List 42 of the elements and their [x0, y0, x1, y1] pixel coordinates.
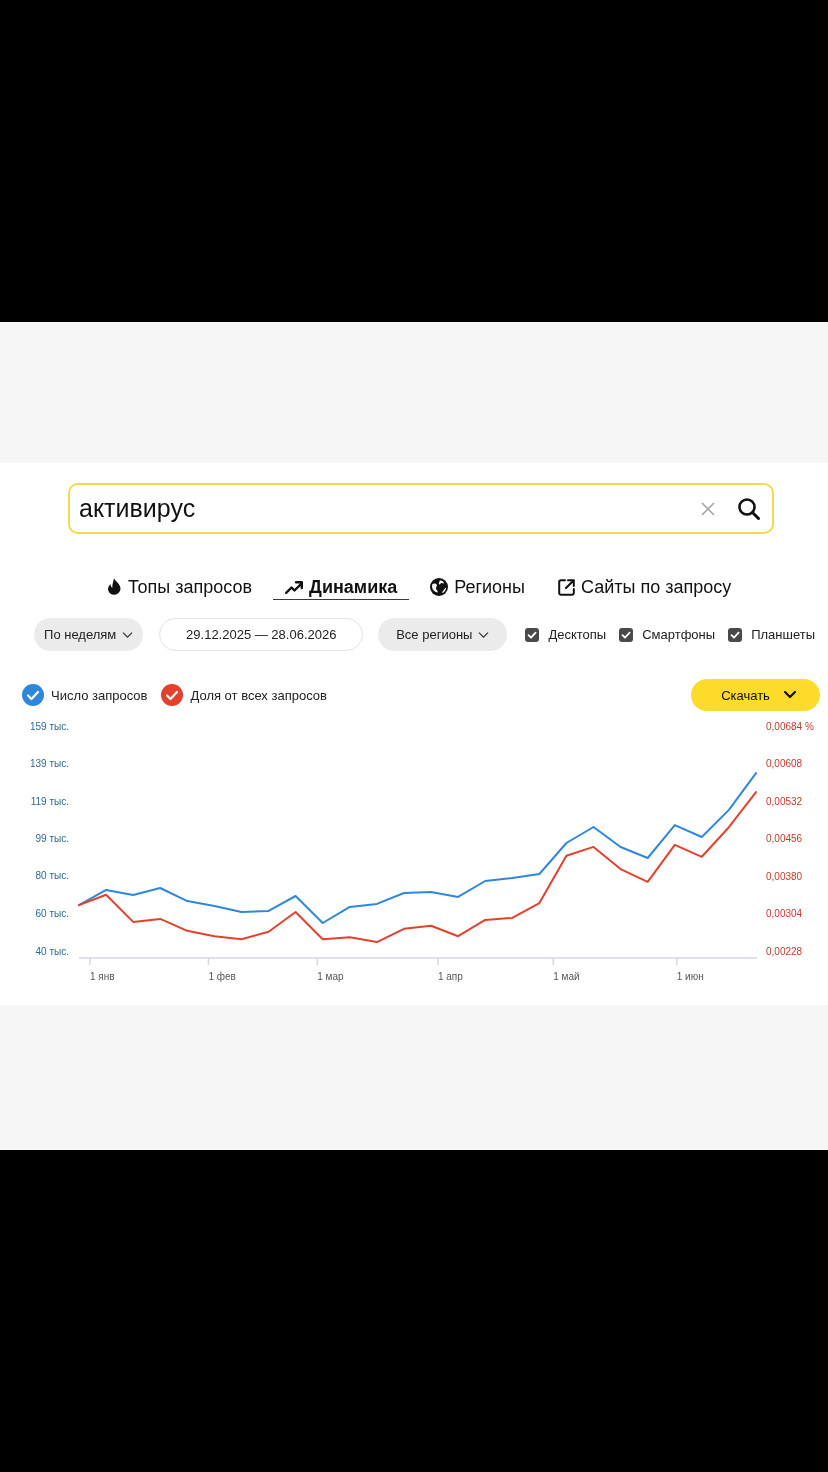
axis-label: 99 тыс. — [35, 833, 69, 844]
period-dropdown[interactable]: По неделям — [34, 618, 144, 651]
axis-label: 119 тыс. — [30, 795, 69, 807]
tab[interactable]: Сайты по запросу — [546, 575, 744, 600]
axis-label: 0,00228 — [766, 945, 803, 957]
globe-icon — [430, 578, 449, 596]
axis-label: 0,00684 % — [766, 720, 814, 732]
axis-label: 0,00456 — [766, 833, 803, 844]
series-toggle[interactable]: Число запросов — [22, 684, 148, 706]
chevron-down-icon — [783, 691, 796, 699]
axis-label: 60 тыс. — [35, 908, 69, 919]
flame-icon — [107, 578, 122, 596]
chevron-down-icon — [478, 631, 490, 638]
device-checkbox[interactable]: Десктопы — [525, 627, 607, 642]
axis-label: 139 тыс. — [30, 758, 69, 769]
axis-label: 1 янв — [89, 971, 115, 982]
axis-label: 1 апр — [437, 971, 463, 982]
axis-label: 1 мар — [317, 971, 344, 982]
date-range-field[interactable]: 29.12.2025 — 28.06.2026 — [159, 618, 364, 651]
search-icon[interactable] — [738, 497, 760, 520]
axis-label: 1 май — [553, 971, 580, 982]
axis-label: 0,00380 — [766, 870, 803, 882]
axis-label: 80 тыс. — [35, 870, 69, 882]
region-dropdown[interactable]: Все регионы — [378, 618, 508, 651]
external-link-icon — [558, 578, 575, 596]
axis-label: 40 тыс. — [35, 945, 69, 957]
axis-label: 1 фев — [208, 971, 236, 982]
device-checkbox[interactable]: Планшеты — [728, 627, 815, 642]
axis-label: 0,00608 — [766, 758, 803, 769]
axis-label: 159 тыс. — [30, 720, 69, 732]
download-button[interactable]: Скачать — [691, 679, 820, 711]
chevron-down-icon — [122, 631, 134, 638]
tab[interactable]: Топы запросов — [95, 575, 265, 600]
device-checkbox[interactable]: Смартфоны — [619, 627, 716, 642]
tab[interactable]: Регионы — [418, 575, 537, 600]
axis-label: 0,00532 — [766, 795, 803, 807]
axis-label: 1 июн — [676, 971, 704, 982]
series-toggle[interactable]: Доля от всех запросов — [161, 684, 327, 706]
trend-arrow-icon — [285, 580, 304, 594]
axis-label: 0,00304 — [766, 908, 803, 919]
tab[interactable]: Динамика — [273, 575, 410, 600]
search-field[interactable]: активирус — [68, 483, 774, 534]
